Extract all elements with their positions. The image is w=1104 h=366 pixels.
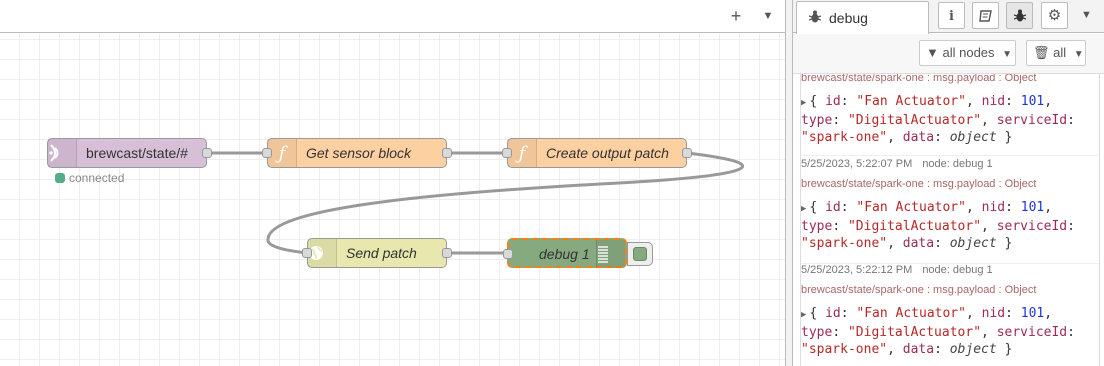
workspace-toolbar: + ▼ [0, 0, 785, 33]
flow-menu-button[interactable]: ▼ [756, 4, 780, 28]
mqtt-icon [48, 139, 77, 167]
message-topic: brewcast/state/spark-one : msg.payload :… [801, 178, 1037, 190]
debug-message: 5/25/2023, 5:22:12 PM node: debug 1 brewc… [801, 264, 1099, 366]
payload-line: type: "DigitalActuator", serviceId: [801, 113, 1075, 128]
workspace: + ▼ brewcast/state/# connected ƒ Get sen… [0, 0, 785, 366]
message-topic: brewcast/state/spark-one : msg.payload :… [801, 74, 1037, 84]
sidebar-splitter[interactable] [785, 0, 793, 366]
debug-input-port[interactable] [503, 249, 513, 259]
debug-message: 5/25/2023, 5:22:07 PM node: debug 1 brewc… [801, 158, 1099, 264]
debug-messages: brewcast/state/spark-one : msg.payload :… [801, 74, 1099, 366]
debug-node-label: debug 1 [539, 246, 590, 262]
send-output-port[interactable] [442, 248, 452, 258]
mqtt-output-port[interactable] [202, 148, 212, 158]
debug-node[interactable]: debug 1 [503, 238, 627, 268]
function-icon: ƒ [508, 139, 537, 167]
patch-input-port[interactable] [502, 148, 512, 158]
book-icon [979, 10, 992, 25]
globe-icon [308, 239, 337, 267]
message-node-link[interactable]: node: debug 1 [922, 264, 992, 276]
payload-line: { id: "Fan Actuator", nid: 101, [809, 306, 1053, 321]
send-node-label: Send patch [346, 245, 417, 261]
payload-line: "spark-one", data: object } [801, 130, 1013, 145]
filter-nodes-dropdown[interactable]: ▼ all nodes ▼ [919, 40, 1016, 66]
payload-line: type: "DigitalActuator", serviceId: [801, 219, 1075, 234]
payload-line: "spark-one", data: object } [801, 236, 1013, 251]
add-flow-button[interactable]: + [724, 4, 748, 28]
debug-toggle-indicator [633, 247, 647, 261]
patch-node-label: Create output patch [546, 145, 669, 161]
flow-canvas[interactable]: brewcast/state/# connected ƒ Get sensor … [0, 34, 785, 366]
messages-scrollbar[interactable] [1099, 74, 1104, 366]
caret-down-icon: ▼ [1073, 49, 1084, 60]
message-date: 5/25/2023, 5:22:07 PM [801, 158, 913, 170]
expand-caret-icon[interactable]: ▶ [801, 98, 806, 108]
patch-output-port[interactable] [682, 148, 692, 158]
function-icon: ƒ [268, 139, 297, 167]
sidebar-tabs: debug i ⚙ ▼ [793, 0, 1104, 34]
mqtt-node-label: brewcast/state/# [86, 145, 188, 161]
function-node-sensor[interactable]: ƒ Get sensor block [262, 138, 452, 168]
sidebar: debug i ⚙ ▼ ▼ all nodes ▼ 🗑 all ▼ brewca… [793, 0, 1104, 366]
payload-line: type: "DigitalActuator", serviceId: [801, 325, 1075, 340]
caret-down-icon: ▼ [1002, 49, 1013, 60]
expand-caret-icon[interactable]: ▶ [801, 204, 806, 214]
function-node-patch[interactable]: ƒ Create output patch [502, 138, 692, 168]
config-tab-button[interactable]: ⚙ [1041, 2, 1068, 29]
debug-message: brewcast/state/spark-one : msg.payload :… [801, 74, 1099, 156]
filter-nodes-label: all nodes [942, 45, 995, 60]
mqtt-in-node[interactable]: brewcast/state/# [47, 138, 212, 168]
debug-filter-bar: ▼ all nodes ▼ 🗑 all ▼ [793, 34, 1104, 74]
message-payload[interactable]: ▶{ id: "Fan Actuator", nid: 101, type: "… [801, 93, 1099, 146]
mqtt-status: connected [55, 171, 124, 185]
info-tab-button[interactable]: i [938, 2, 965, 29]
payload-line: "spark-one", data: object } [801, 342, 1013, 357]
debug-toggle-button[interactable] [627, 242, 653, 266]
clear-label: all [1053, 45, 1067, 60]
messages-left-border [793, 74, 801, 366]
status-text: connected [69, 171, 125, 185]
sensor-output-port[interactable] [442, 148, 452, 158]
clear-messages-dropdown[interactable]: 🗑 all ▼ [1026, 40, 1086, 66]
filter-icon: ▼ [926, 45, 939, 60]
debug-tab-button[interactable] [1006, 2, 1033, 29]
payload-line: { id: "Fan Actuator", nid: 101, [809, 200, 1053, 215]
bug-icon [1013, 9, 1026, 25]
bug-icon [808, 10, 822, 26]
payload-line: { id: "Fan Actuator", nid: 101, [809, 94, 1053, 109]
message-payload[interactable]: ▶{ id: "Fan Actuator", nid: 101, type: "… [801, 199, 1099, 252]
send-input-port[interactable] [302, 248, 312, 258]
wires-layer [207, 151, 745, 255]
help-tab-button[interactable] [972, 2, 999, 29]
debug-list-icon [596, 240, 625, 268]
tab-debug-label: debug [829, 10, 868, 26]
trash-icon: 🗑 [1033, 45, 1050, 60]
send-patch-node[interactable]: Send patch [302, 238, 452, 268]
sensor-node-label: Get sensor block [306, 145, 412, 161]
message-node-link[interactable]: node: debug 1 [922, 158, 992, 170]
status-dot-icon [55, 173, 65, 183]
tab-debug[interactable]: debug [796, 1, 929, 34]
expand-caret-icon[interactable]: ▶ [801, 310, 806, 320]
message-topic: brewcast/state/spark-one : msg.payload :… [801, 284, 1037, 296]
gear-icon: ⚙ [1047, 7, 1062, 24]
message-date: 5/25/2023, 5:22:12 PM [801, 264, 913, 276]
sidebar-menu-caret-icon[interactable]: ▼ [1081, 9, 1092, 21]
message-meta: 5/25/2023, 5:22:12 PM node: debug 1 [801, 264, 1099, 280]
message-meta: 5/25/2023, 5:22:07 PM node: debug 1 [801, 158, 1099, 174]
sensor-input-port[interactable] [262, 148, 272, 158]
info-icon: i [949, 9, 954, 24]
message-payload[interactable]: ▶{ id: "Fan Actuator", nid: 101, type: "… [801, 305, 1099, 358]
